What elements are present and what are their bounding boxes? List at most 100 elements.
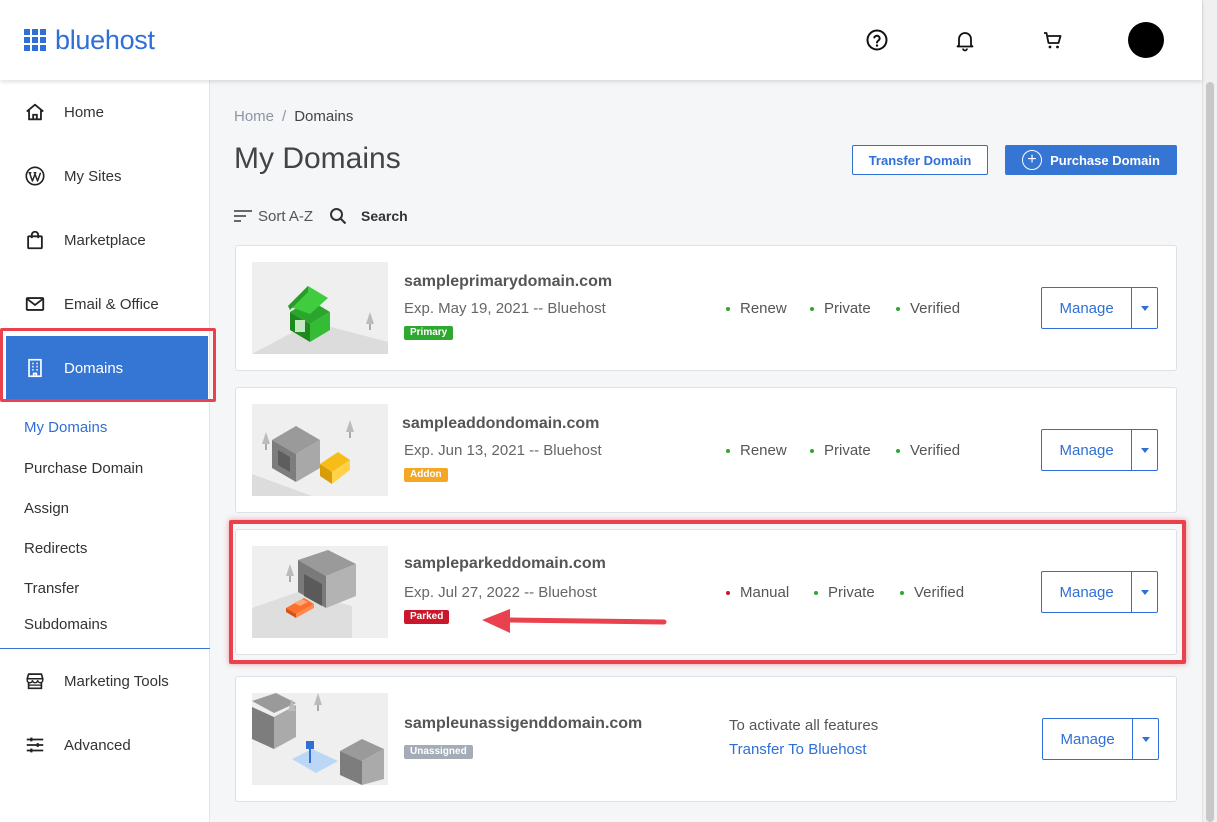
avatar[interactable] — [1128, 22, 1164, 58]
sidebar-item-label: Domains — [64, 359, 124, 377]
sidebar-item-domains[interactable]: Domains — [6, 336, 208, 400]
status-label: Verified — [910, 442, 961, 459]
unassigned-badge: Unassigned — [404, 745, 473, 759]
logo-grid-icon — [24, 29, 46, 51]
sidebar-item-marketplace[interactable]: Marketplace — [0, 208, 210, 272]
breadcrumb: Home / Domains — [234, 108, 353, 125]
caret-down-icon — [1140, 305, 1149, 311]
status-dot — [726, 306, 730, 311]
domain-card-primary: sampleprimarydomain.com Exp. May 19, 202… — [235, 245, 1177, 371]
status-private: Private — [810, 300, 871, 317]
building-icon — [28, 358, 42, 378]
status-label: Private — [828, 584, 875, 601]
transfer-domain-button[interactable]: Transfer Domain — [852, 145, 988, 175]
status-manual: Manual — [726, 584, 789, 601]
status-dot — [810, 306, 814, 311]
manage-dropdown-toggle[interactable] — [1131, 288, 1157, 328]
status-label: Private — [824, 300, 871, 317]
manage-button[interactable]: Manage — [1042, 430, 1131, 470]
page-title: My Domains — [234, 142, 401, 175]
scroll-thumb[interactable] — [1206, 82, 1214, 822]
help-icon[interactable] — [865, 28, 889, 52]
domain-expiry: Exp. Jun 13, 2021 -- Bluehost — [404, 442, 602, 459]
manage-dropdown-toggle[interactable] — [1132, 719, 1158, 759]
transfer-to-bluehost-link[interactable]: Transfer To Bluehost — [729, 741, 867, 758]
sort-lines-icon — [234, 210, 252, 222]
sidebar-item-marketing-tools[interactable]: Marketing Tools — [0, 649, 210, 713]
sort-button[interactable]: Sort A-Z — [234, 208, 313, 225]
domain-name[interactable]: sampleprimarydomain.com — [404, 273, 612, 291]
status-renew: Renew — [726, 300, 787, 317]
sub-item-my-domains[interactable]: My Domains — [24, 419, 107, 436]
manage-button-group: Manage — [1041, 429, 1158, 471]
status-dot — [810, 448, 814, 453]
sidebar-item-label: Home — [64, 103, 105, 121]
sub-item-assign[interactable]: Assign — [24, 500, 69, 517]
cart-icon[interactable] — [1041, 28, 1065, 52]
sidebar: Home My Sites Marketplace Email & Office… — [0, 80, 216, 822]
house-illustration — [252, 404, 388, 496]
plus-circle-icon: + — [1022, 150, 1043, 170]
sidebar-item-label: My Sites — [64, 167, 122, 185]
house-illustration — [252, 693, 388, 785]
storefront-icon — [26, 673, 44, 690]
breadcrumb-home[interactable]: Home — [234, 108, 274, 125]
status-dot — [896, 448, 900, 453]
domain-card-unassigned: sampleunassigenddomain.com Unassigned To… — [235, 676, 1177, 802]
sidebar-item-email-office[interactable]: Email & Office — [0, 272, 210, 336]
status-renew: Renew — [726, 442, 787, 459]
status-dot — [726, 590, 730, 595]
status-dot — [900, 590, 904, 595]
manage-button[interactable]: Manage — [1043, 719, 1132, 759]
bluehost-logo[interactable]: bluehost — [24, 25, 155, 55]
domain-expiry: Exp. Jul 27, 2022 -- Bluehost — [404, 584, 597, 601]
sidebar-item-advanced[interactable]: Advanced — [0, 713, 210, 777]
list-toolbar: Sort A-Z Search — [234, 207, 408, 225]
domain-name[interactable]: sampleaddondomain.com — [402, 415, 599, 433]
logo-text: bluehost — [55, 25, 155, 55]
purchase-domain-label: Purchase Domain — [1050, 152, 1160, 168]
search-button[interactable]: Search — [329, 207, 408, 225]
sidebar-item-home[interactable]: Home — [0, 80, 210, 144]
search-icon — [330, 208, 347, 225]
purchase-domain-button[interactable]: + Purchase Domain — [1005, 145, 1177, 175]
status-label: Manual — [740, 584, 790, 601]
envelope-icon — [25, 297, 45, 311]
domain-name[interactable]: sampleparkeddomain.com — [404, 555, 606, 573]
status-label: Verified — [910, 300, 961, 317]
sort-label: Sort A-Z — [258, 207, 314, 225]
caret-down-icon — [1140, 447, 1149, 453]
sidebar-item-label: Email & Office — [64, 295, 159, 313]
sidebar-item-my-sites[interactable]: My Sites — [0, 144, 210, 208]
sub-item-purchase-domain[interactable]: Purchase Domain — [24, 460, 143, 477]
primary-badge: Primary — [404, 326, 454, 340]
manage-dropdown-toggle[interactable] — [1131, 572, 1157, 612]
sub-item-subdomains[interactable]: Subdomains — [24, 616, 107, 633]
sub-item-transfer[interactable]: Transfer — [24, 580, 79, 597]
manage-button[interactable]: Manage — [1042, 572, 1131, 612]
house-illustration — [252, 262, 388, 354]
domain-name[interactable]: sampleunassigenddomain.com — [404, 715, 642, 733]
wordpress-icon — [25, 166, 45, 186]
status-private: Private — [814, 584, 875, 601]
top-bar: bluehost — [0, 0, 1202, 80]
vertical-scrollbar[interactable] — [1202, 0, 1217, 822]
parked-badge: Parked — [404, 610, 450, 624]
search-label: Search — [361, 208, 408, 224]
sidebar-item-label: Advanced — [64, 736, 131, 754]
status-private: Private — [810, 442, 871, 459]
sub-item-redirects[interactable]: Redirects — [24, 540, 87, 557]
manage-button[interactable]: Manage — [1042, 288, 1131, 328]
status-dot — [814, 590, 818, 595]
domain-expiry: Exp. May 19, 2021 -- Bluehost — [404, 300, 606, 317]
status-dot — [896, 306, 900, 311]
shopping-bag-icon — [27, 230, 43, 250]
sidebar-item-label: Marketing Tools — [64, 672, 169, 690]
sliders-icon — [26, 737, 44, 753]
status-verified: Verified — [900, 584, 964, 601]
bell-icon[interactable] — [953, 28, 977, 52]
status-label: Renew — [740, 300, 787, 317]
caret-down-icon — [1140, 589, 1149, 595]
manage-dropdown-toggle[interactable] — [1131, 430, 1157, 470]
status-label: Renew — [740, 442, 787, 459]
